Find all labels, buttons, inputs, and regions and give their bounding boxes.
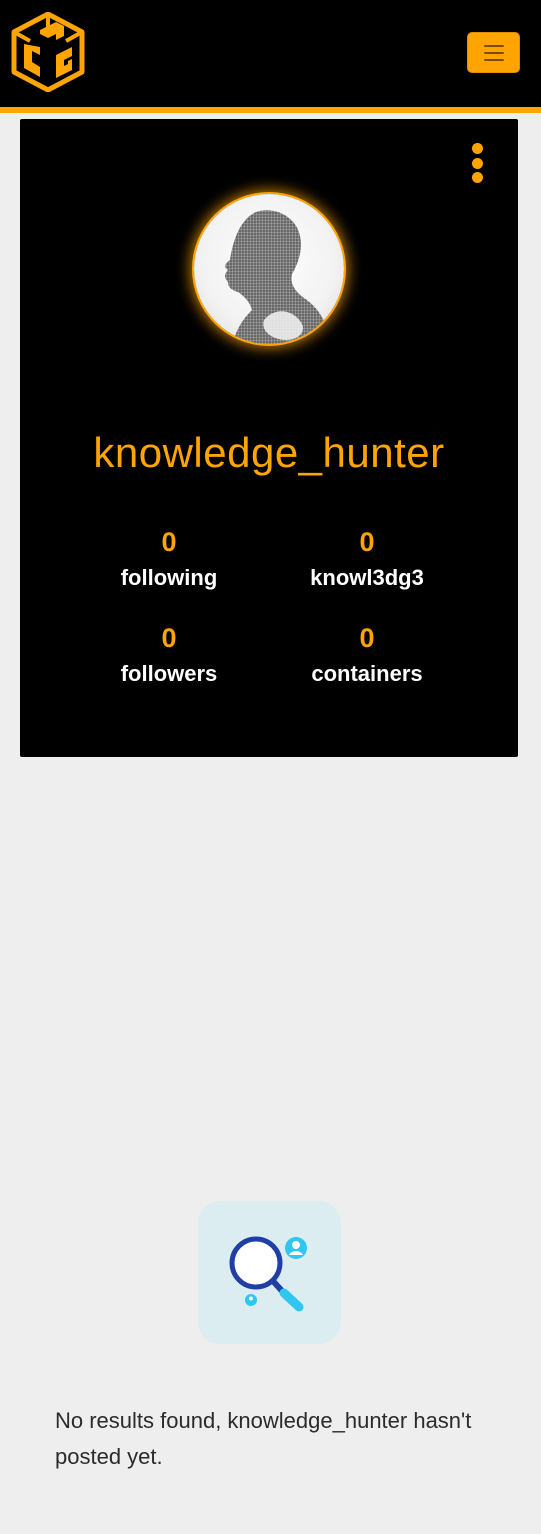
profile-card: knowledge_hunter 0 following 0 knowl3dg3… xyxy=(20,119,518,757)
profile-head-silhouette-icon xyxy=(225,210,332,344)
followers-stat[interactable]: 0 followers xyxy=(79,623,259,689)
containers-count: 0 xyxy=(359,623,375,653)
knowledge-stat[interactable]: 0 knowl3dg3 xyxy=(277,527,457,593)
containers-label: containers xyxy=(311,661,423,686)
knowledge-label: knowl3dg3 xyxy=(310,565,424,590)
profile-avatar[interactable] xyxy=(194,194,344,344)
hamburger-menu-button[interactable] xyxy=(467,32,520,73)
vertical-dots-icon xyxy=(471,143,483,154)
hamburger-menu-icon xyxy=(483,44,504,47)
empty-state-illustration xyxy=(198,1201,341,1344)
knowledge-count: 0 xyxy=(359,527,375,557)
following-stat[interactable]: 0 following xyxy=(79,527,259,593)
empty-state-message: No results found, knowledge_hunter hasn'… xyxy=(55,1408,472,1469)
following-label: following xyxy=(120,565,218,590)
followers-count: 0 xyxy=(161,623,177,653)
followers-label: followers xyxy=(120,661,218,686)
cube-logo-icon[interactable] xyxy=(10,11,86,93)
following-count: 0 xyxy=(161,527,177,557)
top-navigation-bar xyxy=(0,0,541,107)
magnifier-search-users-icon xyxy=(229,1236,307,1312)
profile-username: knowledge_hunter xyxy=(93,429,445,476)
containers-stat[interactable]: 0 containers xyxy=(277,623,457,689)
header-accent-divider xyxy=(0,107,541,113)
profile-options-button[interactable] xyxy=(470,143,484,183)
